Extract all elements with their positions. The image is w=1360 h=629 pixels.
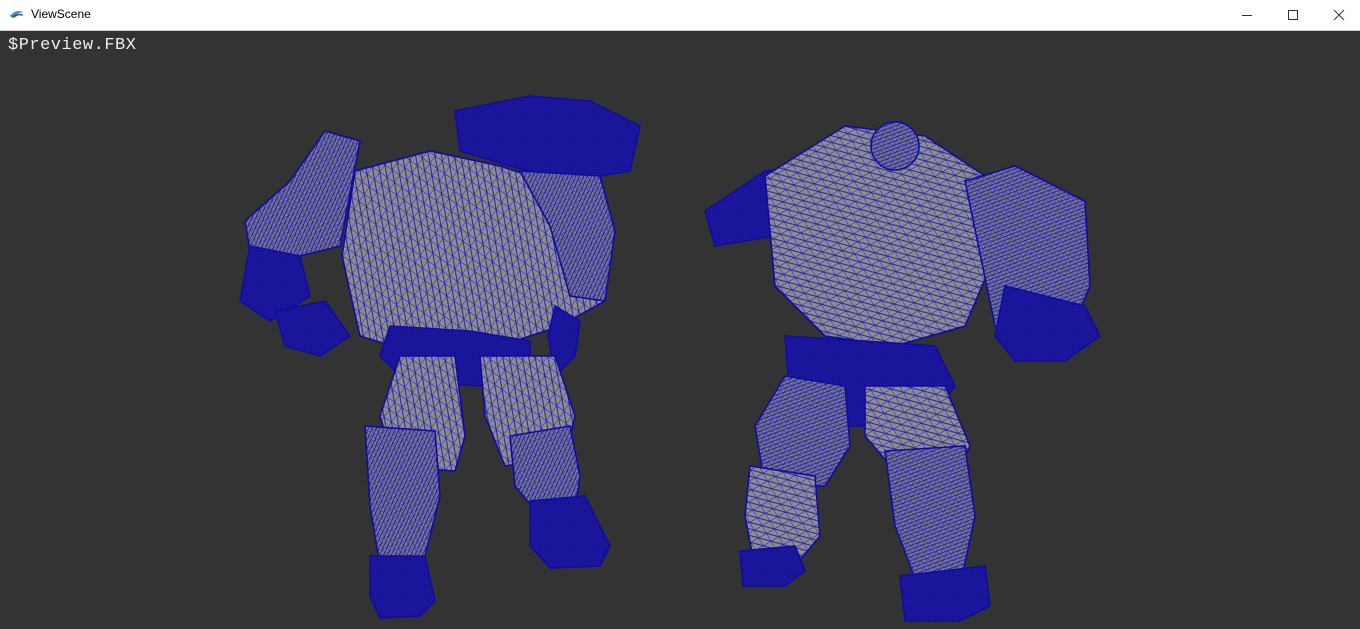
- 3d-viewport[interactable]: $Preview.FBX: [0, 31, 1360, 629]
- viewscene-app-icon: [9, 8, 25, 22]
- title-bar[interactable]: ViewScene: [0, 0, 1360, 31]
- maximize-button[interactable]: [1270, 0, 1316, 30]
- maximize-icon: [1288, 10, 1298, 20]
- mech-back-view[interactable]: [695, 86, 1115, 626]
- viewscene-window: ViewScene $Preview.FBX: [0, 0, 1360, 629]
- window-title: ViewScene: [31, 7, 91, 21]
- minimize-button[interactable]: [1224, 0, 1270, 30]
- close-icon: [1333, 9, 1345, 21]
- close-button[interactable]: [1316, 0, 1360, 30]
- mech-front-view[interactable]: [230, 56, 650, 626]
- file-label: $Preview.FBX: [8, 36, 137, 55]
- minimize-icon: [1242, 15, 1252, 16]
